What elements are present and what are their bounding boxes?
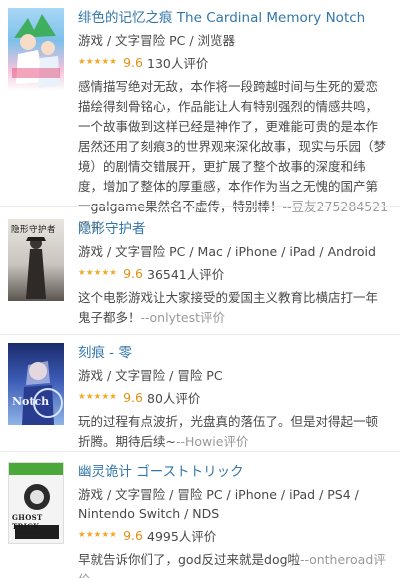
item-meta: 游戏 / 文字冒险 PC / 浏览器 bbox=[78, 33, 236, 48]
cover-art-icon bbox=[22, 361, 63, 425]
rating-count: 130人评价 bbox=[147, 55, 209, 71]
cover-art-icon bbox=[12, 14, 60, 88]
comment-author[interactable]: --onlytest评价 bbox=[141, 310, 225, 325]
cover-image[interactable]: 隐形守护者 bbox=[8, 219, 64, 301]
item-rating: ★★★★★ 9.6 4995人评价 bbox=[78, 526, 390, 544]
rating-stars-icon: ★★★★★ bbox=[78, 57, 118, 67]
cover-image[interactable]: GHOST TRICK bbox=[8, 462, 64, 544]
item-title-link[interactable]: 隐形守护者 bbox=[78, 220, 390, 238]
item-rating: ★★★★★ 9.6 80人评价 bbox=[78, 388, 390, 406]
rating-count: 36541人评价 bbox=[147, 266, 225, 282]
item-rating: ★★★★★ 9.6 36541人评价 bbox=[78, 264, 390, 282]
item-title-link[interactable]: 幽灵诡计 ゴーストトリック bbox=[78, 463, 390, 481]
list-item[interactable]: 隐形守护者 隐形守护者 游戏 / 文字冒险 PC / Mac / iPhone … bbox=[0, 207, 400, 334]
item-comment: 这个电影游戏让大家接受的爱国主义教育比横店打一年鬼子都多！--onlytest评… bbox=[78, 290, 379, 325]
cover-image[interactable]: Notch bbox=[8, 343, 64, 425]
rating-score: 9.6 bbox=[123, 389, 143, 405]
item-title-link[interactable]: 绯色的记忆之痕 The Cardinal Memory Notch bbox=[78, 9, 390, 27]
rating-score: 9.6 bbox=[123, 54, 143, 70]
rating-score: 9.6 bbox=[123, 265, 143, 281]
item-comment: 玩的过程有点波折，光盘真的落伍了。但是对得起一顿折腾。期待后续~--Howie评… bbox=[78, 414, 379, 449]
item-info: 幽灵诡计 ゴーストトリック 游戏 / 文字冒险 / 冒险 PC / iPhone… bbox=[78, 463, 390, 578]
item-meta: 游戏 / 文字冒险 / 冒险 PC bbox=[78, 368, 223, 383]
rating-count: 4995人评价 bbox=[147, 528, 217, 544]
rating-count: 80人评价 bbox=[147, 390, 201, 406]
rating-score: 9.6 bbox=[123, 527, 143, 543]
cover-title-text: 隐形守护者 bbox=[11, 225, 57, 235]
rating-stars-icon: ★★★★★ bbox=[78, 268, 118, 278]
cover-image[interactable] bbox=[8, 8, 64, 90]
cover-title-text: GHOST TRICK bbox=[12, 513, 43, 531]
item-title-link[interactable]: 刻痕 - 零 bbox=[78, 344, 390, 362]
item-rating: ★★★★★ 9.6 130人评价 bbox=[78, 53, 390, 71]
game-list: 绯色的记忆之痕 The Cardinal Memory Notch 游戏 / 文… bbox=[0, 0, 400, 578]
item-meta: 游戏 / 文字冒险 PC / Mac / iPhone / iPad / And… bbox=[78, 244, 376, 259]
list-item[interactable]: GHOST TRICK 幽灵诡计 ゴーストトリック 游戏 / 文字冒险 / 冒险… bbox=[0, 452, 400, 578]
comment-author[interactable]: --Howie评价 bbox=[176, 434, 248, 449]
item-info: 刻痕 - 零 游戏 / 文字冒险 / 冒险 PC ★★★★★ 9.6 80人评价… bbox=[78, 344, 390, 452]
list-item[interactable]: Notch 刻痕 - 零 游戏 / 文字冒险 / 冒险 PC ★★★★★ 9.6… bbox=[0, 335, 400, 451]
rating-stars-icon: ★★★★★ bbox=[78, 530, 118, 540]
cover-art-icon bbox=[15, 484, 59, 539]
item-info: 隐形守护者 游戏 / 文字冒险 PC / Mac / iPhone / iPad… bbox=[78, 220, 390, 328]
cover-title-text: Notch bbox=[12, 395, 50, 408]
rating-stars-icon: ★★★★★ bbox=[78, 392, 118, 402]
item-info: 绯色的记忆之痕 The Cardinal Memory Notch 游戏 / 文… bbox=[78, 9, 390, 237]
item-meta: 游戏 / 文字冒险 / 冒险 PC / iPhone / iPad / PS4 … bbox=[78, 487, 359, 521]
item-comment: 早就告诉你们了，god反过来就是dog啦--ontheroad评价 bbox=[78, 550, 390, 578]
list-item[interactable]: 绯色的记忆之痕 The Cardinal Memory Notch 游戏 / 文… bbox=[0, 0, 400, 234]
